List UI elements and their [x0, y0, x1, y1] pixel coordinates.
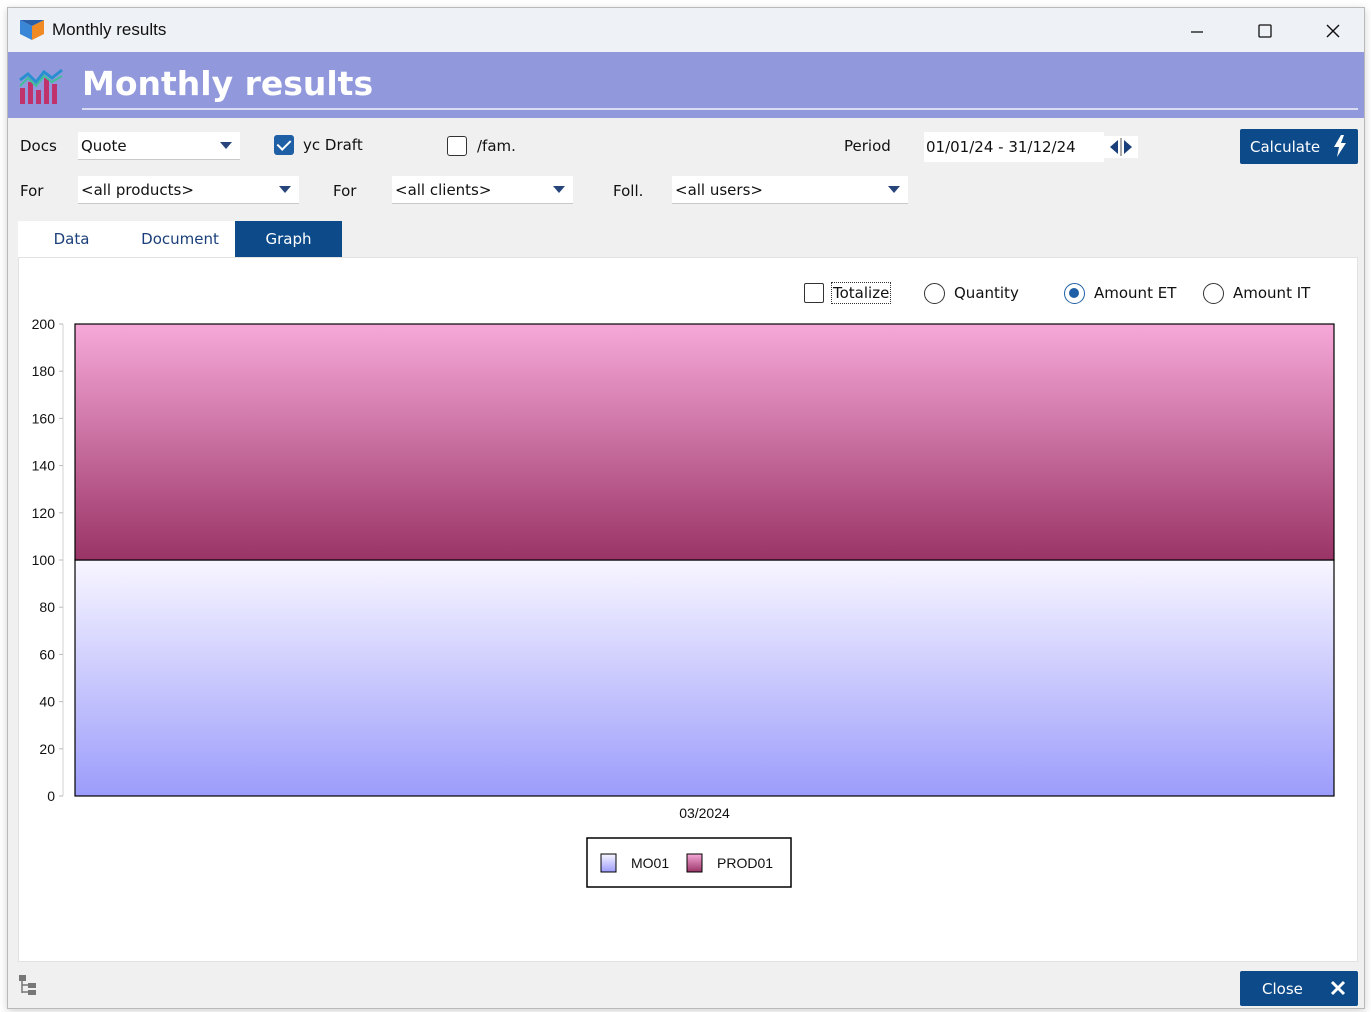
calculate-label: Calculate: [1250, 137, 1321, 156]
y-tick-label: 140: [32, 458, 56, 474]
period-label: Period: [844, 137, 891, 155]
period-value: 01/01/24 - 31/12/24: [926, 138, 1076, 156]
tab-data-label: Data: [53, 230, 90, 248]
legend-label-prod01: PROD01: [717, 855, 773, 871]
y-tick-label: 60: [39, 646, 55, 662]
y-tick-label: 100: [32, 552, 56, 568]
fam-label: /fam.: [477, 137, 516, 155]
minimize-button[interactable]: [1174, 16, 1220, 46]
legend: MO01 PROD01: [586, 837, 792, 888]
for-products-label: For: [20, 182, 44, 200]
products-select[interactable]: <all products>: [78, 176, 299, 204]
close-label: Close: [1262, 979, 1303, 998]
banner-divider: [82, 108, 1358, 110]
clients-select[interactable]: <all clients>: [392, 176, 573, 204]
monthly-results-window: Monthly results Monthly results Docs Quo…: [7, 7, 1365, 1009]
tab-data[interactable]: Data: [18, 221, 125, 257]
y-tick-label: 80: [39, 599, 55, 615]
bars: [74, 323, 1335, 797]
tree-view-icon[interactable]: [18, 974, 40, 996]
app-logo-icon: [20, 20, 44, 40]
clients-select-value: <all clients>: [395, 181, 492, 199]
tab-document-label: Document: [141, 230, 219, 248]
window-title: Monthly results: [52, 20, 167, 39]
draft-label: yc Draft: [303, 136, 363, 154]
x-axis: 03/2024: [679, 805, 730, 821]
tab-graph[interactable]: Graph: [235, 221, 342, 257]
close-icon: [1326, 24, 1340, 38]
close-x-icon: [1330, 980, 1346, 996]
maximize-icon: [1258, 24, 1272, 38]
x-tick-label: 03/2024: [679, 805, 730, 821]
period-field[interactable]: 01/01/24 - 31/12/24: [924, 132, 1104, 162]
draft-checkbox[interactable]: [274, 135, 294, 155]
y-tick-label: 40: [39, 694, 55, 710]
close-button[interactable]: Close: [1240, 971, 1358, 1006]
close-window-button[interactable]: [1310, 16, 1356, 46]
users-select-value: <all users>: [675, 181, 763, 199]
legend-swatch-prod01: [686, 853, 703, 873]
bar-chart-icon: [19, 68, 63, 104]
calculate-button[interactable]: Calculate: [1240, 129, 1358, 164]
y-axis: 0 20 40 60 80 100 120 140 160 180 200: [32, 316, 64, 804]
docs-select[interactable]: Quote: [78, 132, 240, 160]
chevron-down-icon: [220, 142, 232, 149]
chevron-down-icon: [553, 186, 565, 193]
minimize-icon: [1191, 31, 1203, 33]
y-tick-label: 0: [47, 788, 55, 804]
title-bar: Monthly results: [8, 8, 1364, 52]
foll-label: Foll.: [613, 182, 644, 200]
y-tick-label: 120: [32, 505, 56, 521]
header-banner: Monthly results: [8, 52, 1364, 118]
y-tick-label: 180: [32, 363, 56, 379]
bar-prod01: [74, 323, 1335, 561]
graph-panel: Totalize Quantity Amount ET Amount IT 02…: [18, 257, 1358, 962]
users-select[interactable]: <all users>: [672, 176, 908, 204]
maximize-button[interactable]: [1242, 16, 1288, 46]
period-nav-arrows[interactable]: [1104, 136, 1138, 158]
chevron-down-icon: [888, 186, 900, 193]
legend-label-mo01: MO01: [631, 855, 669, 871]
stacked-bar-chart: 0 20 40 60 80 100 120 140 160 180 200 03/2024 MO01…: [32, 316, 1335, 888]
y-tick-label: 160: [32, 410, 56, 426]
docs-label: Docs: [20, 137, 57, 155]
chevron-down-icon: [279, 186, 291, 193]
tab-graph-label: Graph: [265, 230, 312, 248]
bar-mo01: [74, 559, 1335, 797]
y-tick-label: 20: [39, 741, 55, 757]
y-tick-label: 200: [32, 316, 56, 332]
tab-document[interactable]: Document: [125, 221, 235, 257]
lightning-icon: [1334, 135, 1346, 157]
for-clients-label: For: [333, 182, 357, 200]
page-title: Monthly results: [82, 64, 374, 103]
fam-checkbox[interactable]: [447, 136, 467, 156]
products-select-value: <all products>: [81, 181, 194, 199]
legend-swatch-mo01: [600, 853, 617, 873]
docs-select-value: Quote: [81, 137, 127, 155]
